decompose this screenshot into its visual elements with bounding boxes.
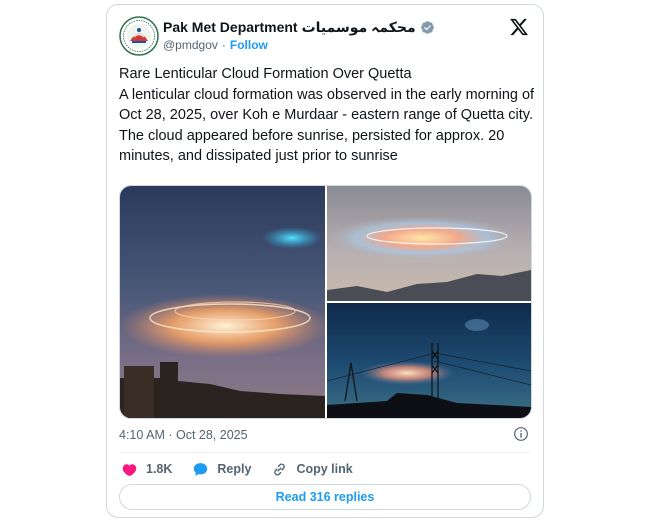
like-count: 1.8K: [146, 462, 173, 476]
action-bar: 1.8K Reply Copy link: [121, 459, 353, 479]
divider: [119, 452, 531, 453]
account-avatar[interactable]: [119, 16, 159, 56]
verified-badge-icon: [420, 20, 434, 34]
tweet-timestamp[interactable]: 4:10 AM · Oct 28, 2025: [119, 428, 248, 442]
media-grid: [119, 185, 532, 419]
pmd-logo-icon: [119, 16, 159, 56]
photo-cloud-tower[interactable]: [327, 303, 531, 418]
tweet-text: Rare Lenticular Cloud Formation Over Que…: [119, 66, 535, 164]
photo-cloud-mountains[interactable]: [327, 186, 531, 301]
display-name-urdu[interactable]: محکمہ موسمیات: [302, 19, 416, 36]
like-button[interactable]: 1.8K: [121, 461, 172, 478]
tweet-card: Pak Met Department محکمہ موسمیات @pmdgov…: [106, 4, 544, 518]
follow-button[interactable]: Follow: [230, 38, 268, 52]
account-handle[interactable]: @pmdgov: [163, 38, 218, 52]
x-logo-icon[interactable]: [509, 17, 529, 37]
photo-cloud-rooftop[interactable]: [120, 186, 325, 418]
copy-link-label: Copy link: [296, 462, 353, 476]
reply-button[interactable]: Reply: [192, 461, 251, 478]
handle-separator: ·: [221, 38, 226, 52]
info-icon[interactable]: [513, 426, 529, 442]
display-name[interactable]: Pak Met Department: [163, 19, 298, 35]
copy-link-button[interactable]: Copy link: [271, 461, 353, 478]
heart-icon: [122, 463, 137, 476]
read-replies-button[interactable]: Read 316 replies: [119, 484, 531, 510]
link-icon: [274, 463, 286, 475]
reply-label: Reply: [217, 462, 252, 476]
reply-bubble-icon: [194, 462, 208, 476]
